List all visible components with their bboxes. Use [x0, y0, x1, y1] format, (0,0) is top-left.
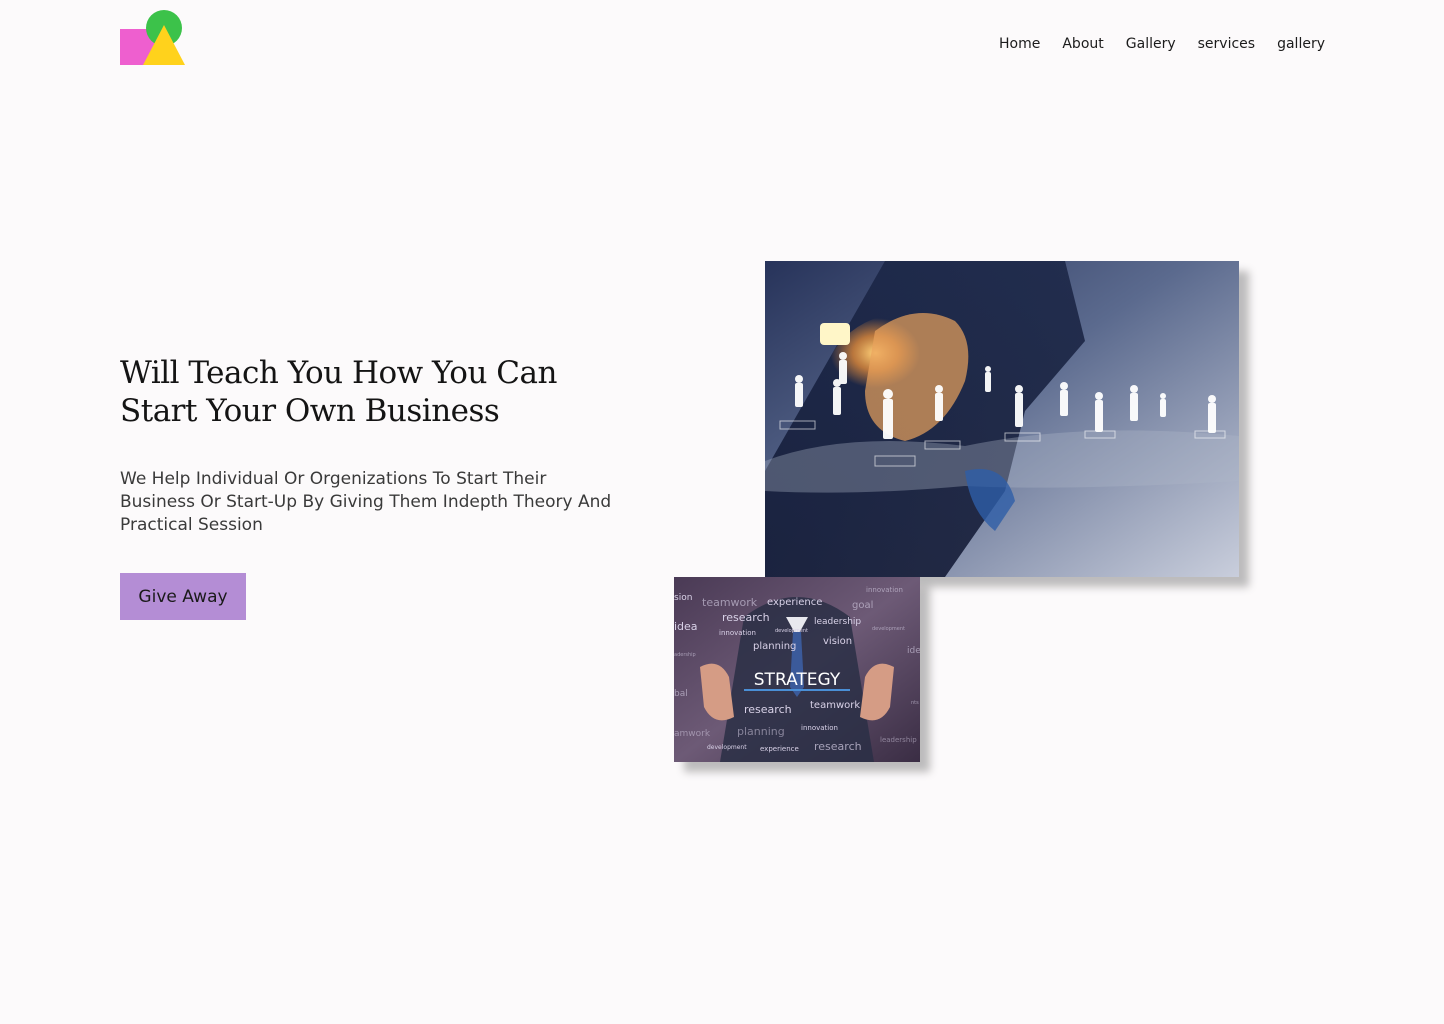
- strategy-word: research: [722, 611, 770, 624]
- strategy-word: planning: [737, 725, 785, 738]
- strategy-word: experience: [760, 745, 799, 753]
- hero-title: Will Teach You How You Can Start Your Ow…: [120, 355, 557, 429]
- strategy-word: experience: [767, 597, 822, 608]
- nav-services[interactable]: services: [1198, 35, 1255, 53]
- strategy-word: nts: [911, 700, 919, 706]
- strategy-word: leadership: [814, 617, 861, 627]
- strategy-word: amwork: [674, 729, 711, 739]
- strategy-word: innovation: [801, 724, 838, 732]
- strategy-word: development: [775, 628, 808, 634]
- strategy-word: research: [814, 740, 862, 753]
- strategy-word: innovation: [719, 629, 756, 637]
- strategy-headline: STRATEGY: [754, 670, 841, 690]
- business-network-image: [765, 261, 1239, 577]
- strategy-word: research: [744, 703, 792, 716]
- strategy-word: sion: [674, 593, 692, 603]
- give-away-button[interactable]: Give Away: [120, 573, 246, 620]
- strategy-word: development: [872, 626, 905, 632]
- nav-about[interactable]: About: [1062, 35, 1103, 53]
- strategy-word: goal: [852, 600, 873, 611]
- strategy-word: innovation: [866, 586, 903, 594]
- main-nav: Home About Gallery services gallery: [977, 35, 1325, 53]
- strategy-image: sion teamwork experience goal innovation…: [674, 577, 920, 762]
- strategy-word: leadership: [880, 736, 917, 744]
- logo[interactable]: [120, 10, 186, 66]
- strategy-word: teamwork: [810, 700, 860, 711]
- strategy-word: teamwork: [702, 596, 758, 609]
- strategy-word: vision: [823, 636, 852, 647]
- strategy-word: idea: [674, 620, 698, 633]
- strategy-word: bal: [674, 689, 688, 699]
- page: Home About Gallery services gallery Will…: [0, 0, 1444, 1024]
- strategy-word: ide: [907, 646, 920, 656]
- nav-gallery[interactable]: Gallery: [1126, 35, 1176, 53]
- hero-subtitle: We Help Individual Or Orgenizations To S…: [120, 469, 612, 535]
- strategy-word: development: [707, 744, 747, 751]
- logo-shapes-icon: [120, 10, 185, 65]
- strategy-word: adership: [674, 652, 696, 658]
- strategy-word: planning: [753, 641, 796, 652]
- nav-gallery-secondary[interactable]: gallery: [1277, 35, 1325, 53]
- nav-home[interactable]: Home: [999, 35, 1040, 53]
